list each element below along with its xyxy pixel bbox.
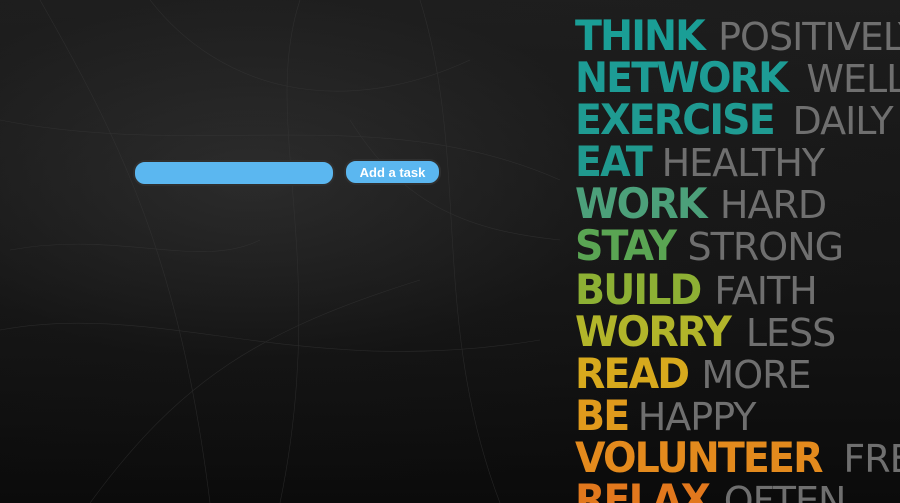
task-input[interactable] (133, 160, 335, 186)
poster-bold-word: RELAX (575, 475, 711, 503)
poster-light-word: WELL (806, 57, 900, 101)
add-task-button[interactable]: Add a task (344, 159, 441, 185)
poster-row: VOLUNTEER FREQUENTLY (575, 433, 900, 482)
poster-row: RELAX OFTEN (575, 475, 847, 503)
poster-bold-word: WORK (575, 179, 707, 228)
poster-bold-word: BUILD (575, 265, 702, 314)
poster-bold-word: EAT (575, 137, 653, 186)
poster-row: THINK POSITIVELY (575, 12, 900, 60)
poster-bold-word: NETWORK (575, 53, 789, 102)
poster-row: EXERCISE DAILY (575, 95, 894, 144)
poster-light-word: OFTEN (723, 479, 847, 503)
poster-light-word: FREQUENTLY (843, 437, 900, 481)
poster-light-word: HARD (719, 183, 827, 227)
poster-light-word: MORE (701, 353, 811, 397)
poster-row: EAT HEALTHY (575, 137, 825, 186)
poster-row: WORK HARD (575, 179, 827, 228)
poster-bold-word: EXERCISE (575, 95, 776, 144)
poster-bold-word: BE (575, 391, 630, 440)
poster-row: BUILD FAITH (575, 265, 818, 314)
poster-bold-word: VOLUNTEER (575, 433, 824, 482)
poster-light-word: STRONG (687, 225, 845, 269)
poster-row: WORRY LESS (575, 307, 836, 356)
poster-bold-word: READ (575, 349, 690, 398)
poster-bold-word: STAY (575, 221, 677, 270)
poster-bold-word: THINK (575, 12, 706, 60)
poster-light-word: LESS (745, 311, 836, 355)
poster-bold-word: WORRY (575, 307, 732, 356)
poster-light-word: DAILY (792, 99, 894, 143)
poster-row: BE HAPPY (575, 391, 756, 440)
motivational-poster: THINK POSITIVELY NETWORK WELL EXERCISE DAIL… (572, 12, 900, 503)
poster-row: READ MORE (575, 349, 812, 398)
poster-row: NETWORK WELL (575, 53, 900, 102)
poster-row: STAY STRONG (575, 221, 845, 270)
